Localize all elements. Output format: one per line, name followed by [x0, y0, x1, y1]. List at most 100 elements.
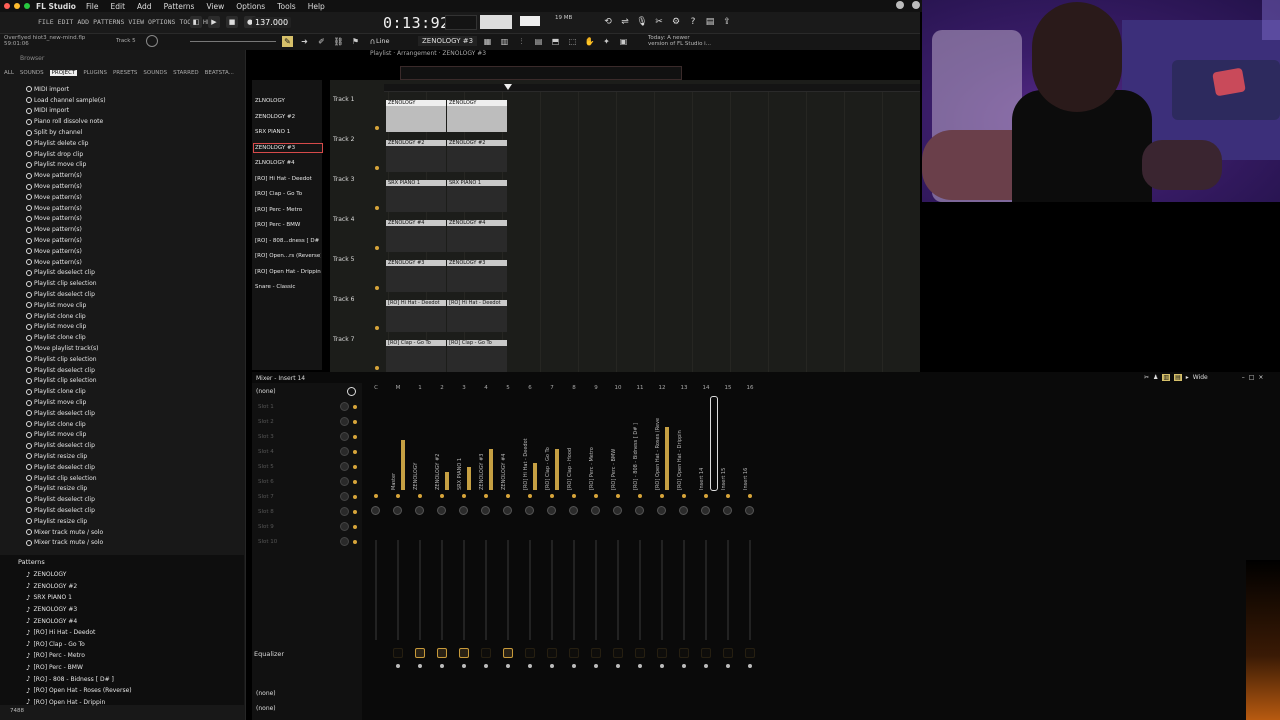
mixer-route-button[interactable]	[745, 648, 755, 658]
mixer-volume-fader[interactable]	[463, 540, 465, 640]
history-item[interactable]: Move pattern(s)	[26, 181, 106, 192]
menu-patterns[interactable]: Patterns	[164, 2, 195, 11]
input-selector[interactable]: (none)	[256, 388, 276, 395]
mixer-volume-fader[interactable]	[507, 540, 509, 640]
playlist-picker-item[interactable]: ZENOLOGY #3	[253, 142, 323, 153]
mixer-route-dot[interactable]	[440, 664, 444, 668]
track-mute-toggle[interactable]	[375, 206, 379, 210]
history-item[interactable]: Playlist drop clip	[26, 149, 106, 160]
snap-mode[interactable]: Line	[376, 37, 390, 45]
history-item[interactable]: Move pattern(s)	[26, 170, 106, 181]
upload-icon[interactable]: ⇪	[721, 16, 733, 28]
mixer-route-dot[interactable]	[462, 664, 466, 668]
mixer-route-button[interactable]	[569, 648, 579, 658]
mixer-pan-knob[interactable]	[481, 506, 490, 515]
pattern-clip[interactable]: [RO] Hi Hat - Deedot	[386, 300, 446, 332]
browser-tab-sounds-2[interactable]: SOUNDS	[143, 70, 167, 76]
history-item[interactable]: Playlist deselect clip	[26, 440, 106, 451]
main-volume-knob[interactable]	[146, 35, 158, 47]
mixer-maximize-icon[interactable]: □	[1249, 374, 1255, 381]
history-item[interactable]: Playlist clone clip	[26, 311, 106, 322]
mixer-route-button[interactable]	[459, 648, 469, 658]
settings-icon[interactable]: ⚙	[670, 16, 682, 28]
track-mute-toggle[interactable]	[375, 246, 379, 250]
mixer-route-dot[interactable]	[616, 664, 620, 668]
mixer-route-dot[interactable]	[396, 664, 400, 668]
mixer-pan-knob[interactable]	[569, 506, 578, 515]
mixer-track-enable[interactable]	[660, 494, 664, 498]
mixer-volume-fader[interactable]	[639, 540, 641, 640]
mixer-track-name[interactable]: [RO] Open Hat - Drippin	[677, 418, 683, 490]
mixer-volume-fader[interactable]	[661, 540, 663, 640]
pattern-clip[interactable]: ZENOLOGY #2	[386, 140, 446, 172]
history-item[interactable]: Move pattern(s)	[26, 235, 106, 246]
slot-enable-toggle[interactable]	[353, 525, 357, 529]
history-item[interactable]: Playlist clone clip	[26, 332, 106, 343]
mixer-pan-knob[interactable]	[723, 506, 732, 515]
pattern-item[interactable]: ♪ [RO] - 808 - Bidness [ D# ]	[26, 673, 132, 685]
pattern-item[interactable]: ♪ ZENOLOGY #3	[26, 604, 132, 616]
fl-menu-file[interactable]: FILE	[38, 18, 54, 26]
history-item[interactable]: Move pattern(s)	[26, 257, 106, 268]
mixer-pan-knob[interactable]	[415, 506, 424, 515]
slot-enable-toggle[interactable]	[353, 450, 357, 454]
effect-slot[interactable]: Slot 1	[258, 404, 274, 410]
effect-slot[interactable]: Slot 8	[258, 509, 274, 515]
history-item[interactable]: Playlist clone clip	[26, 419, 106, 430]
mic-icon[interactable]: 🎙	[636, 16, 648, 28]
close-window-button[interactable]	[4, 3, 10, 9]
menu-add[interactable]: Add	[137, 2, 152, 11]
mixer-route-dot[interactable]	[682, 664, 686, 668]
output-selector-b[interactable]: (none)	[256, 705, 276, 712]
mixer-track-name[interactable]: Insert 16	[743, 418, 749, 490]
mixer-route-button[interactable]	[547, 648, 557, 658]
history-item[interactable]: Playlist clip selection	[26, 354, 106, 365]
mixer-close-icon[interactable]: ×	[1258, 374, 1263, 381]
track-mute-toggle[interactable]	[375, 286, 379, 290]
mixer-pan-knob[interactable]	[679, 506, 688, 515]
mixer-route-button[interactable]	[657, 648, 667, 658]
brush-icon[interactable]: ✐	[316, 36, 327, 47]
tools-icon[interactable]: ✂	[653, 16, 665, 28]
mixer-track-name[interactable]: [RO] Perc - Metro	[589, 418, 595, 490]
history-item[interactable]: Move pattern(s)	[26, 224, 106, 235]
mixer-route-button[interactable]	[723, 648, 733, 658]
mixer-track-name[interactable]: Insert 15	[721, 418, 727, 490]
fl-menu-options[interactable]: OPTIONS	[148, 18, 175, 26]
pattern-song-toggle[interactable]: ◧	[190, 16, 202, 28]
playlist-picker-item[interactable]: [RO] Perc - BMW	[255, 222, 321, 228]
news-hint[interactable]: Today: A newer version of FL Studio i...	[648, 35, 711, 47]
effect-slot[interactable]: Slot 10	[258, 539, 277, 545]
mixer-track-enable[interactable]	[462, 494, 466, 498]
arrow-icon[interactable]: ➜	[299, 36, 310, 47]
slot-enable-toggle[interactable]	[353, 480, 357, 484]
history-item[interactable]: Playlist resize clip	[26, 451, 106, 462]
menu-options[interactable]: Options	[236, 2, 265, 11]
mixer-pan-knob[interactable]	[591, 506, 600, 515]
slot-enable-toggle[interactable]	[353, 405, 357, 409]
mixer-pan-knob[interactable]	[393, 506, 402, 515]
history-item[interactable]: Split by channel	[26, 127, 106, 138]
fl-menu-view[interactable]: VIEW	[128, 18, 144, 26]
slot-enable-toggle[interactable]	[353, 435, 357, 439]
mixer-pan-knob[interactable]	[459, 506, 468, 515]
pattern-clip[interactable]: SRX PIANO 1	[447, 180, 507, 212]
snap-icon[interactable]: ⇌	[619, 16, 631, 28]
slot-enable-toggle[interactable]	[353, 540, 357, 544]
fl-menu-edit[interactable]: EDIT	[58, 18, 74, 26]
mixer-track-name[interactable]: Insert 14	[699, 418, 705, 490]
mixer-track-enable[interactable]	[550, 494, 554, 498]
pattern-item[interactable]: ♪ [RO] Open Hat - Roses (Reverse)	[26, 685, 132, 697]
slot-enable-toggle[interactable]	[353, 465, 357, 469]
track-label[interactable]: Track 3	[333, 176, 354, 183]
mixer-track-name[interactable]: ZENOLOGY	[413, 418, 419, 490]
history-item[interactable]: Playlist clip selection	[26, 376, 106, 387]
mixer-volume-fader[interactable]	[683, 540, 685, 640]
history-item[interactable]: Playlist deselect clip	[26, 268, 106, 279]
effect-slot[interactable]: Slot 4	[258, 449, 274, 455]
mixer-volume-fader[interactable]	[419, 540, 421, 640]
playlist-picker-item[interactable]: SRX PIANO 1	[255, 129, 321, 135]
touch-icon[interactable]: ✋	[584, 36, 595, 47]
browser-tab-project[interactable]: PROJECT	[49, 70, 78, 76]
mixer-route-button[interactable]	[503, 648, 513, 658]
